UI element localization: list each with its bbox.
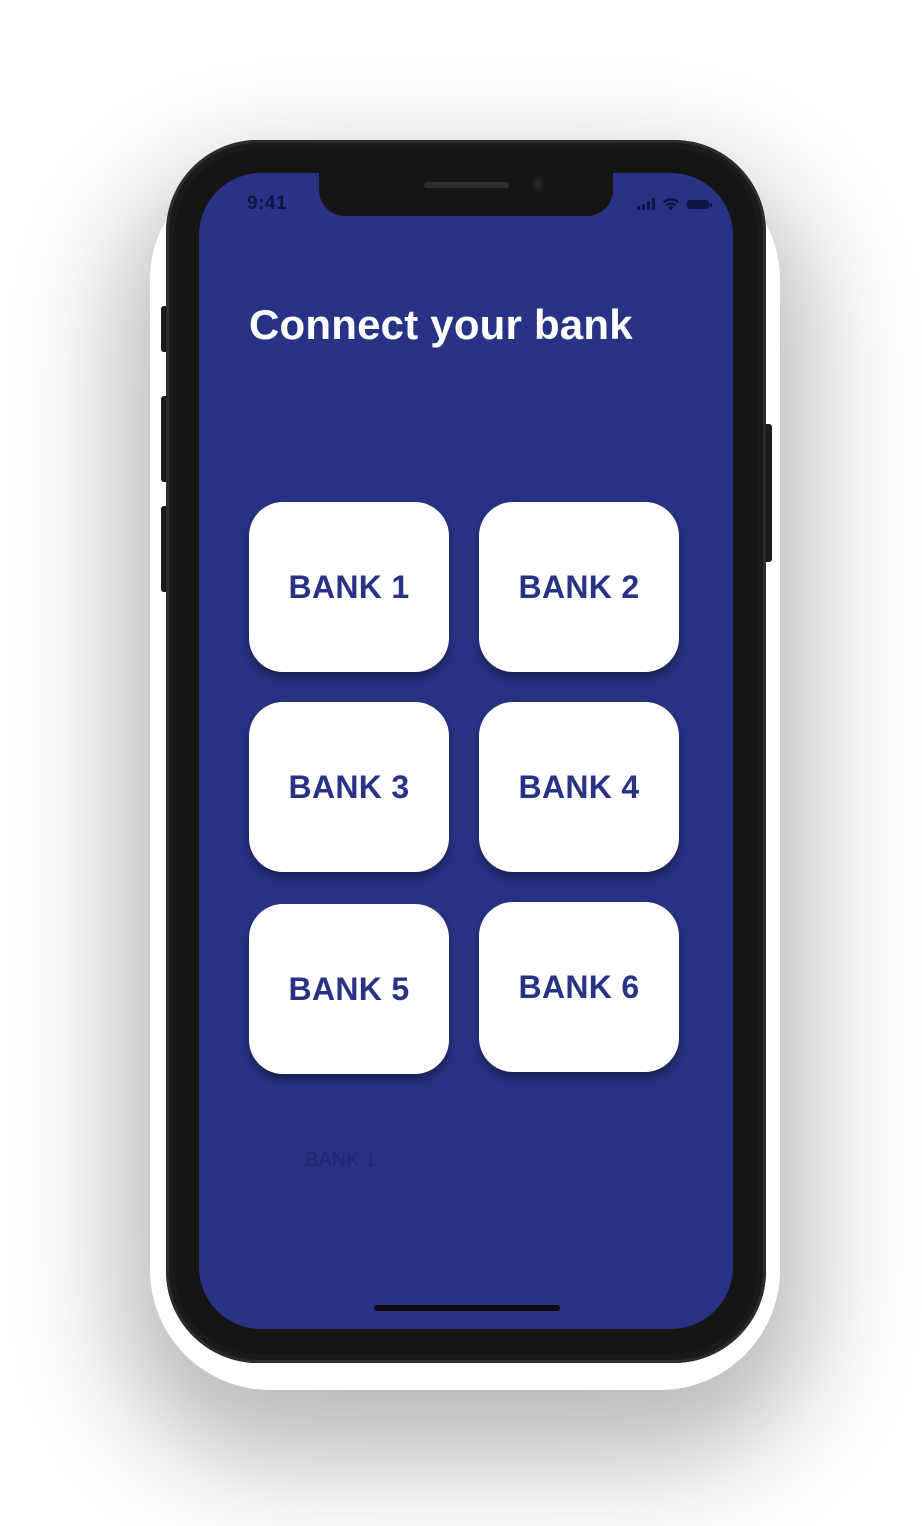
- bank-4-label: BANK 4: [518, 768, 640, 805]
- status-time: 9:41: [247, 193, 288, 214]
- battery-icon: [687, 199, 712, 209]
- bank-3-button[interactable]: BANK 3: [249, 702, 449, 872]
- bank-6-label: BANK 6: [518, 968, 640, 1005]
- notch: [319, 173, 613, 216]
- bank-5-label: BANK 5: [288, 970, 410, 1007]
- home-indicator[interactable]: [374, 1305, 560, 1311]
- bank-5-button[interactable]: BANK 5: [249, 904, 449, 1074]
- bank-4-button[interactable]: BANK 4: [479, 702, 679, 872]
- bank-1-label: BANK 1: [288, 568, 410, 605]
- bank-3-label: BANK 3: [288, 768, 410, 805]
- ghost-bank-label: BANK 1: [305, 1149, 377, 1171]
- phone-frame: 9:41 Connect your bank BANK 1 BANK 2 BAN…: [166, 140, 766, 1363]
- status-icons: [637, 195, 712, 213]
- app-screen: 9:41 Connect your bank BANK 1 BANK 2 BAN…: [199, 173, 733, 1329]
- bank-2-label: BANK 2: [518, 568, 640, 605]
- bank-6-button[interactable]: BANK 6: [479, 902, 679, 1072]
- bank-2-button[interactable]: BANK 2: [479, 502, 679, 672]
- signal-icon: [637, 198, 655, 210]
- bank-1-button[interactable]: BANK 1: [249, 502, 449, 672]
- speaker-grille: [424, 182, 509, 188]
- camera-icon: [531, 177, 545, 191]
- page-title: Connect your bank: [249, 301, 633, 348]
- stage: 9:41 Connect your bank BANK 1 BANK 2 BAN…: [0, 0, 922, 1526]
- wifi-icon: [662, 197, 680, 210]
